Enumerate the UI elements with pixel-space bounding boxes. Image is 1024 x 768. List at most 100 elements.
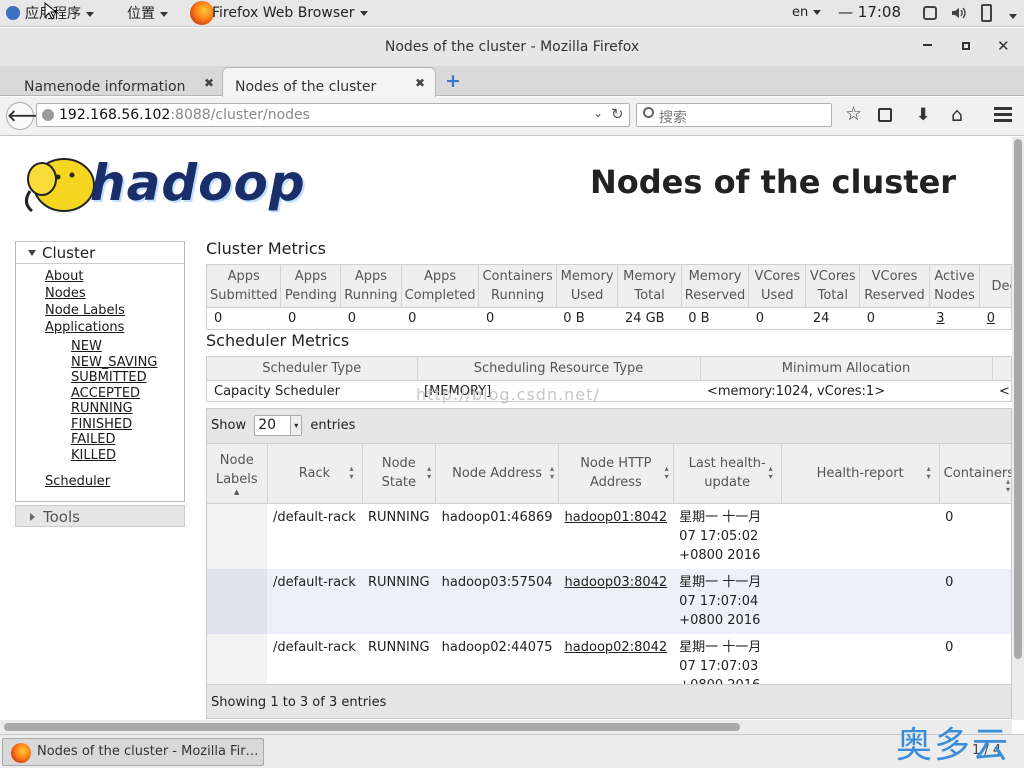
nodes-table-panel: Show 20 ▾ entries Node Labels ▲ Rack ▴ ▾ Node…	[206, 408, 1012, 719]
horizontal-scrollbar[interactable]	[0, 720, 1012, 734]
node-http-link[interactable]: hadoop02:8042	[565, 640, 668, 655]
battery-icon[interactable]	[981, 4, 992, 22]
col-rack[interactable]: Rack ▴ ▾	[267, 444, 363, 503]
nodes-table-footer: Showing 1 to 3 of 3 entries	[207, 684, 1011, 718]
col-node-state[interactable]: Node State ▴ ▾	[362, 444, 437, 503]
bookmark-star-icon[interactable]: ☆	[845, 105, 862, 124]
metric-header-line: Active	[934, 269, 975, 284]
decommissioned-link[interactable]: 0	[980, 308, 1011, 329]
active-nodes-link[interactable]: 3	[929, 308, 979, 329]
nodes-table: Node Labels ▲ Rack ▴ ▾ Node State ▴ ▾ Node Addr…	[207, 444, 1011, 699]
sidebar-link-node-labels[interactable]: Node Labels	[45, 303, 125, 318]
cell-rack: /default-rack	[273, 509, 356, 525]
sidebar-link-nodes[interactable]: Nodes	[45, 286, 86, 301]
cell-report	[781, 503, 939, 569]
tools-header[interactable]: Tools	[15, 505, 185, 527]
firefox-icon	[190, 1, 214, 25]
metric-header: Apps Running	[340, 265, 402, 308]
horizontal-scrollbar-thumb[interactable]	[4, 723, 740, 731]
minimize-icon[interactable]	[923, 44, 932, 46]
download-icon[interactable]: ⬇	[916, 105, 930, 125]
col-header-line: Node	[219, 453, 254, 469]
metric-header-line: Reserved	[684, 288, 746, 303]
cluster-metrics-header-row: Apps Submitted Apps Pending Apps Running Ap…	[207, 265, 1011, 308]
sidebar-link-submitted[interactable]: SUBMITTED	[71, 370, 147, 385]
decommissioned-value[interactable]: 0	[987, 311, 995, 326]
new-tab-plus-icon[interactable]: +	[445, 70, 461, 92]
scheduler-header: Minimum Allocation	[700, 357, 993, 381]
sidebar-link-killed[interactable]: KILLED	[71, 448, 116, 463]
col-node-labels[interactable]: Node Labels ▲	[207, 444, 268, 503]
scheduler-metrics-title: Scheduler Metrics	[206, 331, 350, 350]
entries-label: entries	[310, 418, 356, 433]
col-header-line: Node	[381, 456, 416, 472]
page-size-select[interactable]: 20 ▾	[254, 415, 303, 436]
col-header-line: Address	[589, 475, 642, 491]
sort-icon: ▴ ▾	[550, 464, 555, 482]
metric-header-line: Running	[491, 288, 545, 303]
vertical-scrollbar-thumb[interactable]	[1014, 139, 1022, 659]
language-indicator[interactable]: en	[792, 5, 822, 20]
node-http-link[interactable]: hadoop03:8042	[565, 575, 668, 590]
mouse-cursor-icon	[44, 1, 58, 24]
cell-http[interactable]: hadoop01:8042	[559, 503, 674, 569]
url-path: :8088/cluster/nodes	[170, 107, 310, 123]
metric-header: Memory Reserved	[681, 265, 750, 308]
cell-labels	[207, 568, 267, 634]
active-nodes-value[interactable]: 3	[936, 311, 944, 326]
back-arrow-icon[interactable]: 🡐	[6, 102, 50, 130]
system-menu-caret[interactable]	[1004, 8, 1017, 24]
language-label: en	[792, 5, 809, 20]
sidebar-link-finished[interactable]: FINISHED	[71, 417, 132, 432]
col-node-http-address[interactable]: Node HTTP Address ▴ ▾	[558, 444, 674, 503]
vertical-scrollbar[interactable]	[1012, 137, 1024, 720]
show-label: Show	[211, 418, 247, 433]
metric-value: 0 B	[688, 310, 710, 326]
sidebar-link-failed[interactable]: FAILED	[71, 432, 115, 447]
places-menu[interactable]: 位置	[127, 3, 168, 23]
metric-header: Apps Submitted	[207, 265, 282, 308]
tab-close-icon[interactable]: ✖	[415, 76, 425, 90]
clock[interactable]: — 17:08	[838, 3, 901, 21]
caret-down-icon	[28, 250, 36, 256]
tab-namenode-information[interactable]: Namenode information ✖	[0, 68, 222, 96]
sort-icon: ▴ ▾	[664, 464, 669, 482]
browser-menu[interactable]: Firefox Web Browser	[190, 1, 368, 25]
tab-nodes-of-the-cluster[interactable]: Nodes of the cluster ✖	[222, 67, 436, 97]
metric-value: 0	[287, 310, 297, 326]
taskbar-firefox-window[interactable]: Nodes of the cluster - Mozilla Fir…	[2, 738, 264, 766]
node-http-link[interactable]: hadoop01:8042	[565, 510, 668, 525]
col-health-report[interactable]: Health-report ▴ ▾	[781, 444, 940, 503]
bookmarks-menu-icon[interactable]	[878, 108, 892, 122]
maximize-icon[interactable]	[962, 42, 970, 50]
sidebar-link-about[interactable]: About	[45, 269, 83, 284]
cell-health-update: 星期一 十一月 07 17:05:02 +0800 2016	[673, 503, 781, 569]
home-icon[interactable]: ⌂	[951, 104, 963, 126]
sidebar-link-accepted[interactable]: ACCEPTED	[71, 386, 140, 401]
url-dropdown-icon[interactable]: ⌄	[593, 106, 603, 120]
sidebar-link-scheduler[interactable]: Scheduler	[45, 474, 110, 489]
col-containers[interactable]: Containers ▴ ▾	[939, 444, 1011, 503]
col-last-health-update[interactable]: Last health-update ▴ ▾	[673, 444, 782, 503]
cell-containers: 0	[945, 509, 954, 525]
cell-http[interactable]: hadoop03:8042	[559, 569, 674, 634]
page-size-value: 20	[258, 417, 277, 433]
reload-icon[interactable]: ↻	[611, 105, 624, 123]
tab-close-icon[interactable]: ✖	[204, 76, 214, 90]
url-bar[interactable]: 192.168.56.102:8088/cluster/nodes ⌄ ↻	[36, 103, 630, 127]
sidebar-link-applications[interactable]: Applications	[45, 320, 124, 335]
clock-time: 17:08	[857, 3, 902, 21]
sidebar-link-new-saving[interactable]: NEW_SAVING	[71, 355, 157, 370]
search-input[interactable]: 搜索	[636, 103, 832, 127]
volume-icon[interactable]	[950, 5, 966, 21]
hadoop-logo[interactable]: hadoop	[18, 145, 318, 221]
metric-header-line: Used	[570, 288, 604, 303]
sidebar-link-new[interactable]: NEW	[71, 339, 102, 354]
cluster-header[interactable]: Cluster	[16, 242, 184, 264]
window-switch-icon[interactable]	[923, 6, 937, 20]
close-icon[interactable]: ✕	[997, 37, 1010, 55]
col-node-address[interactable]: Node Address ▴ ▾	[435, 444, 560, 503]
sidebar-link-running[interactable]: RUNNING	[71, 401, 133, 416]
col-header-line: update	[704, 475, 751, 491]
hamburger-menu-icon[interactable]	[994, 107, 1012, 122]
